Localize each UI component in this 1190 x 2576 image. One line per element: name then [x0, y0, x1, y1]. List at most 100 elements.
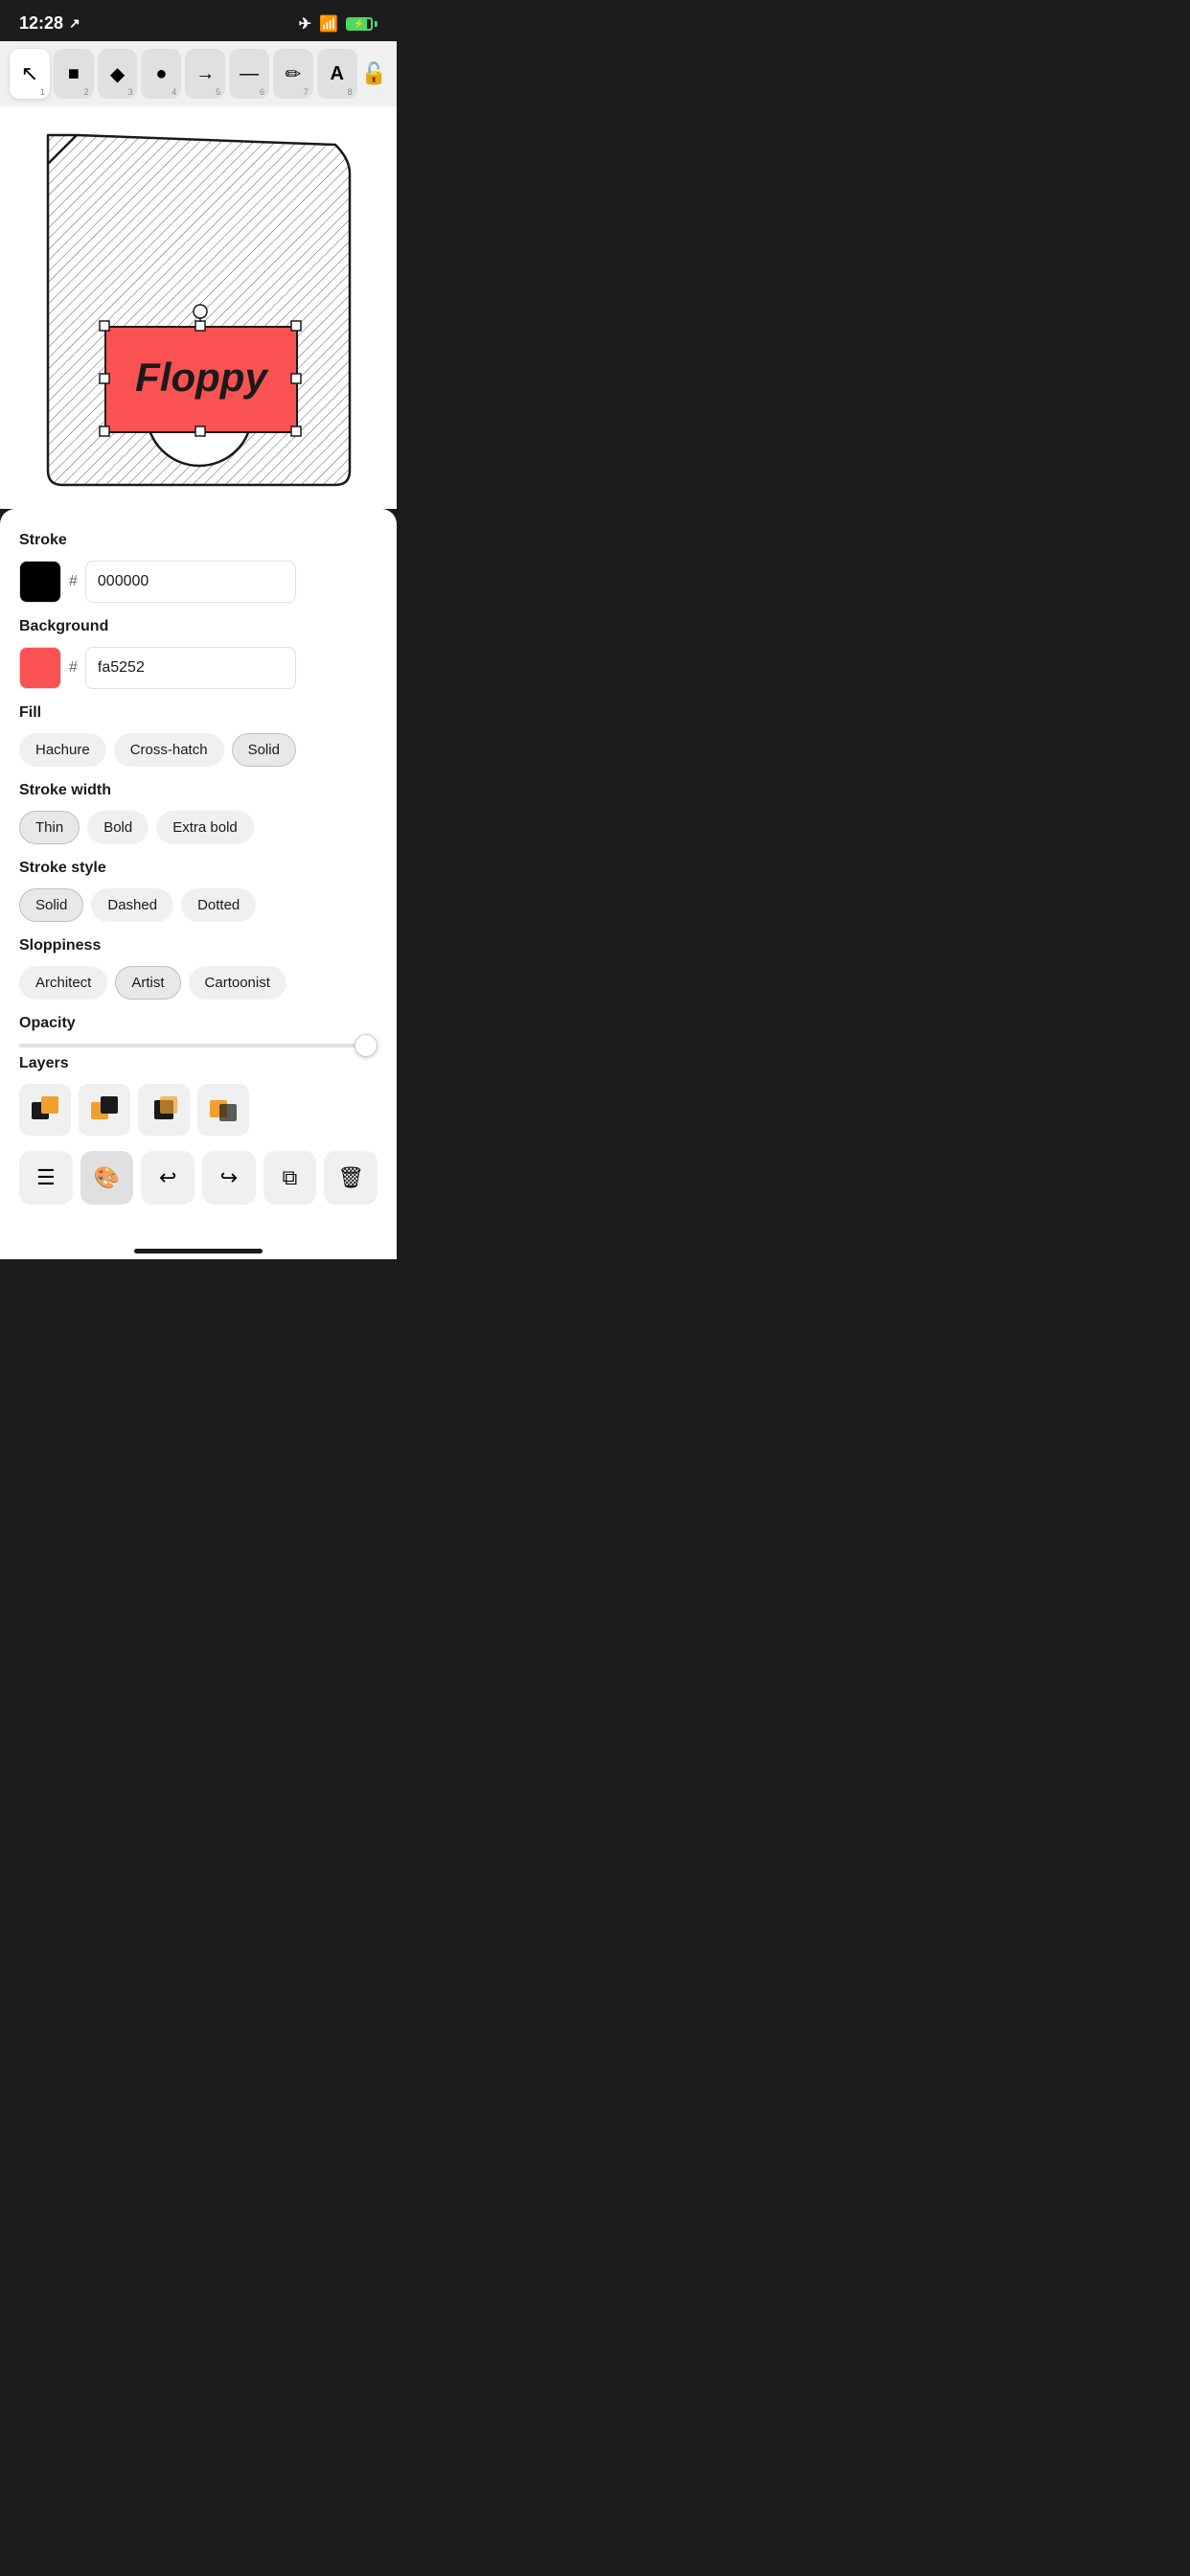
tool-circle[interactable]: ● 4 — [141, 49, 181, 99]
redo-button[interactable]: ↪ — [202, 1151, 256, 1205]
tool-pencil[interactable]: ✏ 7 — [273, 49, 313, 99]
home-indicator — [0, 1239, 397, 1259]
battery-icon: ⚡ — [346, 17, 378, 31]
copy-button[interactable]: ⧉ — [263, 1151, 317, 1205]
arrow-icon: → — [195, 63, 215, 85]
layer-icon-2[interactable] — [79, 1084, 130, 1136]
properties-panel: Stroke # Background # Fill Hachure Cross… — [0, 509, 397, 1239]
layers-label: Layers — [19, 1055, 378, 1072]
cursor-icon: ↖ — [21, 61, 38, 86]
lock-button[interactable]: 🔓 — [361, 61, 387, 86]
sloppiness-section: Sloppiness Architect Artist Cartoonist — [19, 937, 378, 1000]
palette-icon: 🎨 — [94, 1165, 120, 1190]
canvas[interactable]: Floppy — [0, 106, 397, 509]
rect-icon: ■ — [68, 63, 80, 85]
svg-text:Floppy: Floppy — [135, 355, 269, 400]
stroke-section: Stroke # — [19, 532, 378, 603]
layer-icon-3[interactable] — [138, 1084, 190, 1136]
stroke-style-section: Stroke style Solid Dashed Dotted — [19, 860, 378, 922]
stroke-width-extrabold[interactable]: Extra bold — [156, 811, 254, 844]
tool-num-4: 4 — [172, 87, 176, 97]
stroke-style-label: Stroke style — [19, 860, 378, 877]
menu-button[interactable]: ☰ — [19, 1151, 73, 1205]
time-display: 12:28 — [19, 13, 63, 34]
line-icon: — — [240, 63, 259, 85]
tool-rect[interactable]: ■ 2 — [54, 49, 94, 99]
sloppiness-artist[interactable]: Artist — [115, 966, 180, 1000]
layer-icon-4[interactable] — [197, 1084, 249, 1136]
home-bar — [134, 1249, 263, 1254]
pencil-icon: ✏ — [286, 62, 302, 86]
tool-num-2: 2 — [84, 87, 89, 97]
trash-icon: 🗑 — [337, 1165, 364, 1190]
stroke-color-swatch[interactable] — [19, 561, 61, 603]
tool-num-3: 3 — [127, 87, 132, 97]
menu-icon: ☰ — [36, 1165, 56, 1190]
stroke-color-input[interactable] — [85, 561, 296, 603]
tool-diamond[interactable]: ◆ 3 — [98, 49, 138, 99]
background-hash: # — [69, 659, 78, 677]
opacity-slider-thumb[interactable] — [355, 1034, 378, 1057]
wifi-icon: 📶 — [319, 14, 338, 34]
status-bar: 12:28 ↗ ✈ 📶 ⚡ — [0, 0, 397, 41]
stroke-style-dashed[interactable]: Dashed — [91, 888, 173, 922]
undo-button[interactable]: ↩ — [141, 1151, 195, 1205]
tool-num-5: 5 — [216, 87, 220, 97]
location-icon: ↗ — [69, 15, 80, 32]
stroke-style-solid[interactable]: Solid — [19, 888, 83, 922]
sloppiness-architect[interactable]: Architect — [19, 966, 107, 1000]
delete-button[interactable]: 🗑 — [324, 1151, 378, 1205]
stroke-width-section: Stroke width Thin Bold Extra bold — [19, 782, 378, 844]
stroke-width-chip-group: Thin Bold Extra bold — [19, 811, 378, 844]
sloppiness-label: Sloppiness — [19, 937, 378, 954]
sloppiness-cartoonist[interactable]: Cartoonist — [189, 966, 286, 1000]
status-icons: ✈ 📶 ⚡ — [299, 14, 378, 34]
tool-text[interactable]: A 8 — [317, 49, 357, 99]
status-time-group: 12:28 ↗ — [19, 13, 80, 34]
stroke-width-thin[interactable]: Thin — [19, 811, 80, 844]
background-label: Background — [19, 618, 378, 635]
fill-section: Fill Hachure Cross-hatch Solid — [19, 704, 378, 767]
tool-num-7: 7 — [304, 87, 309, 97]
diamond-icon: ◆ — [110, 62, 125, 86]
opacity-slider-track[interactable] — [19, 1044, 378, 1047]
fill-label: Fill — [19, 704, 378, 722]
fill-hachure[interactable]: Hachure — [19, 733, 106, 767]
stroke-label: Stroke — [19, 532, 378, 549]
text-icon: A — [330, 63, 343, 85]
redo-icon: ↪ — [220, 1165, 238, 1190]
fill-solid[interactable]: Solid — [232, 733, 296, 767]
undo-icon: ↩ — [159, 1165, 176, 1190]
layer-icons-row — [19, 1084, 378, 1136]
toolbar: ↖ 1 ■ 2 ◆ 3 ● 4 → 5 — 6 ✏ 7 A 8 🔓 — [0, 41, 397, 106]
sloppiness-chip-group: Architect Artist Cartoonist — [19, 966, 378, 1000]
action-bar: ☰ 🎨 ↩ ↪ ⧉ 🗑 — [19, 1151, 378, 1205]
stroke-color-row: # — [19, 561, 378, 603]
stroke-width-bold[interactable]: Bold — [87, 811, 149, 844]
layer-icon-1[interactable] — [19, 1084, 71, 1136]
tool-num-1: 1 — [40, 87, 45, 97]
tool-num-8: 8 — [348, 87, 353, 97]
fill-chip-group: Hachure Cross-hatch Solid — [19, 733, 378, 767]
circle-icon: ● — [155, 63, 167, 85]
stroke-width-label: Stroke width — [19, 782, 378, 799]
background-color-input[interactable] — [85, 647, 296, 689]
opacity-label: Opacity — [19, 1015, 378, 1032]
copy-icon: ⧉ — [283, 1165, 298, 1190]
tool-line[interactable]: — 6 — [229, 49, 269, 99]
stroke-style-chip-group: Solid Dashed Dotted — [19, 888, 378, 922]
style-button[interactable]: 🎨 — [80, 1151, 134, 1205]
background-color-swatch[interactable] — [19, 647, 61, 689]
tool-arrow[interactable]: → 5 — [185, 49, 225, 99]
tool-num-6: 6 — [260, 87, 264, 97]
fill-crosshatch[interactable]: Cross-hatch — [114, 733, 224, 767]
opacity-section: Opacity — [19, 1015, 378, 1047]
stroke-hash: # — [69, 573, 78, 590]
tool-select[interactable]: ↖ 1 — [10, 49, 50, 99]
lock-icon: 🔓 — [361, 61, 387, 85]
background-section: Background # — [19, 618, 378, 689]
layers-section: Layers — [19, 1055, 378, 1136]
background-color-row: # — [19, 647, 378, 689]
stroke-style-dotted[interactable]: Dotted — [181, 888, 256, 922]
airplane-icon: ✈ — [299, 14, 311, 34]
